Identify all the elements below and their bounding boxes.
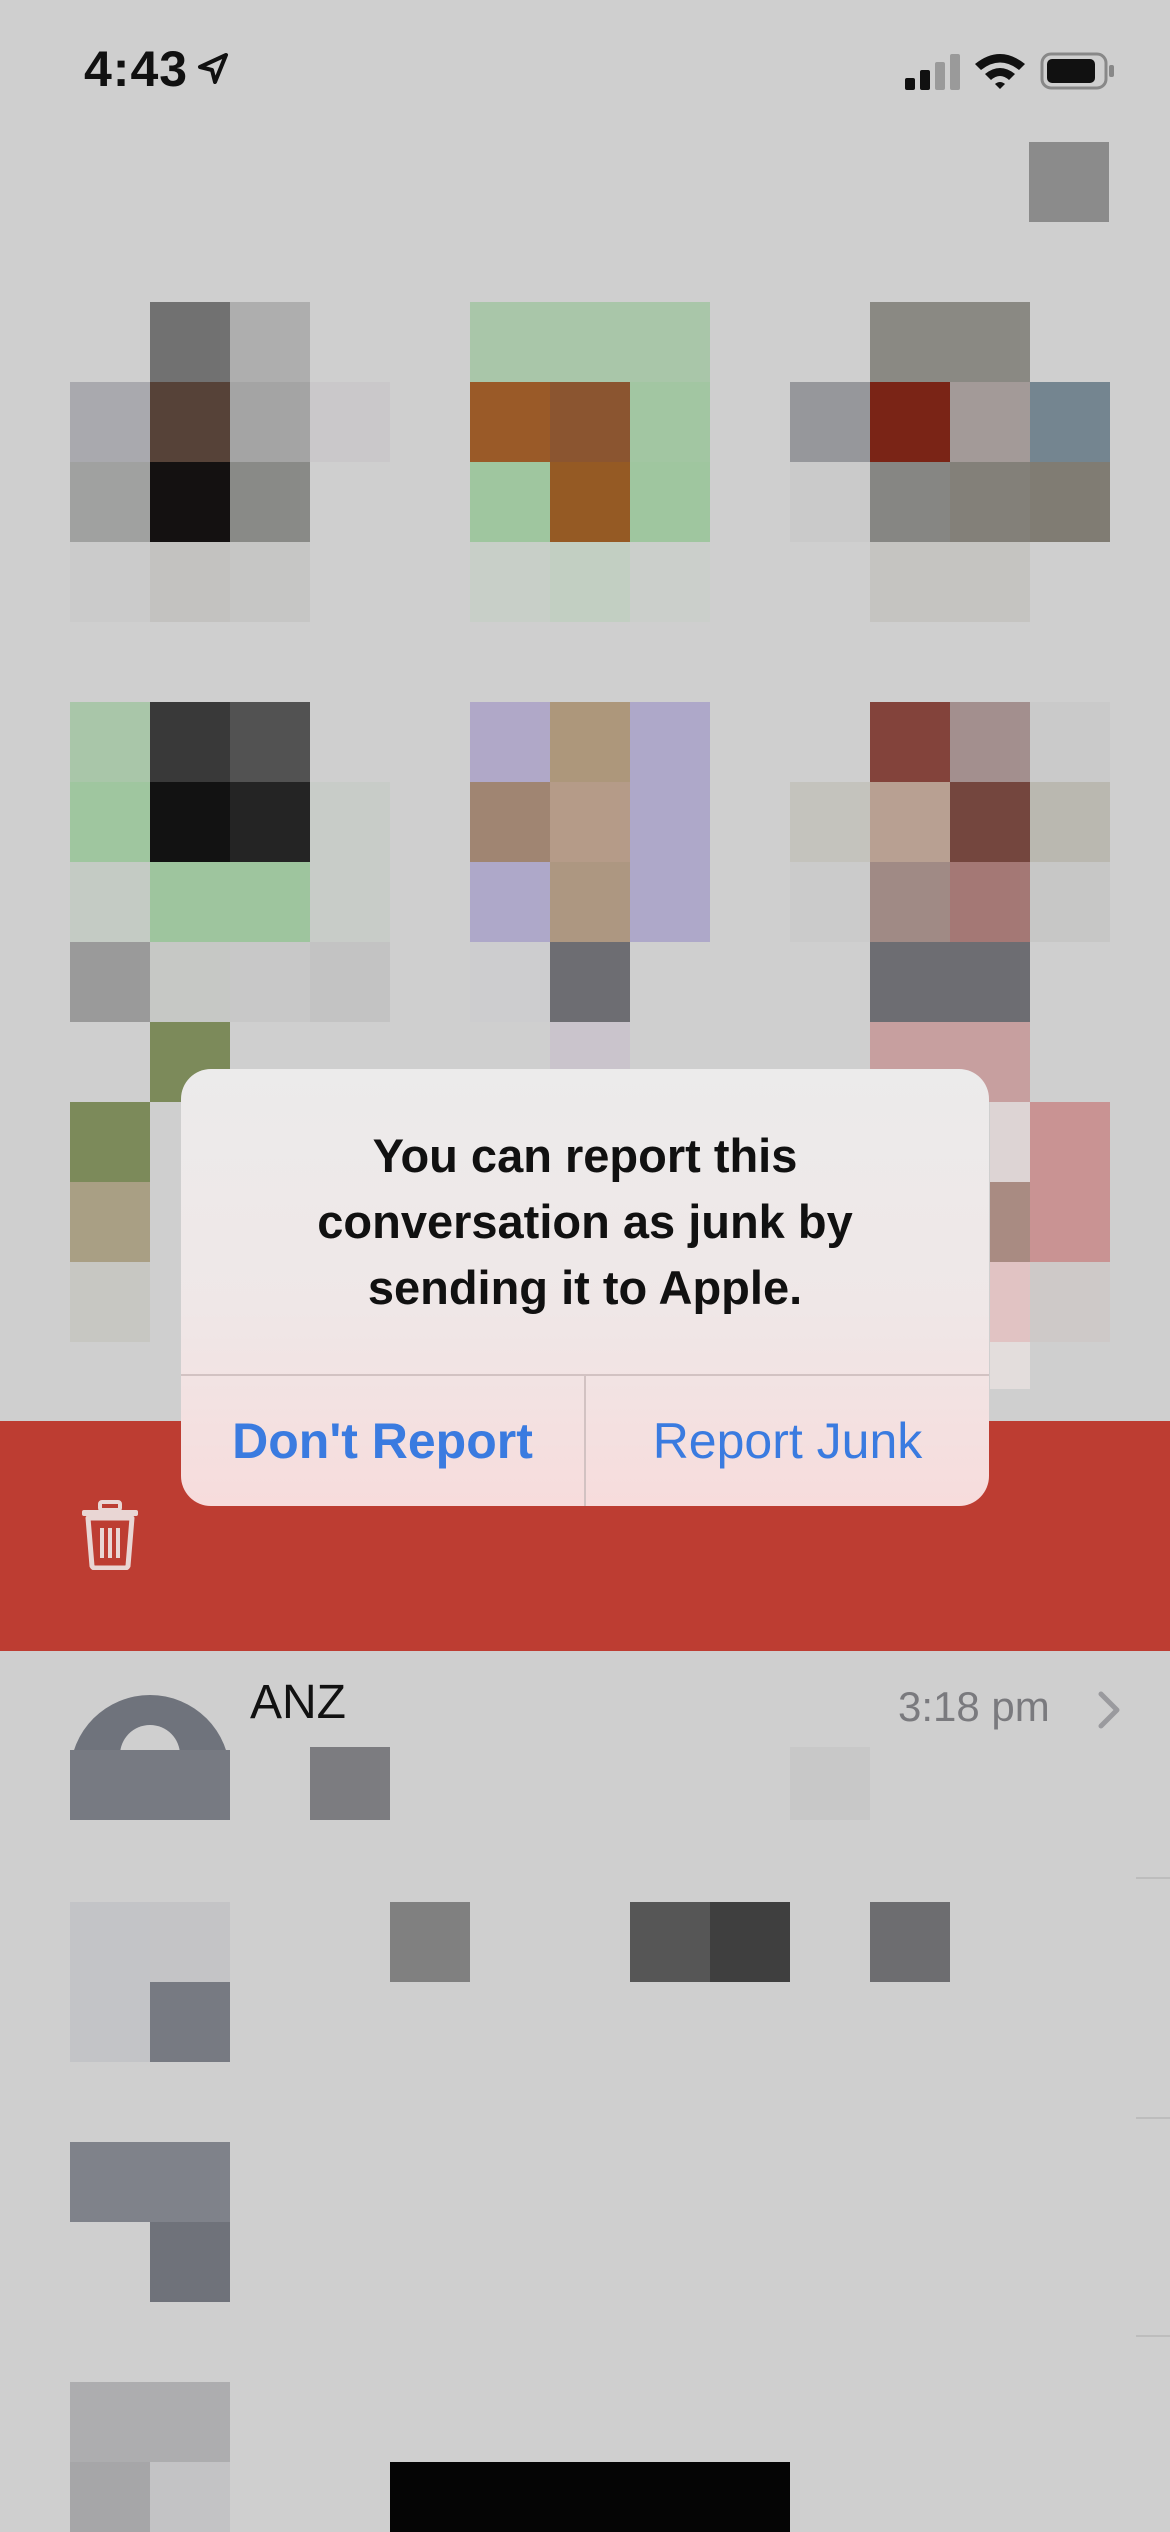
location-arrow-icon — [198, 53, 228, 84]
status-bar: 4:43 — [0, 0, 1170, 150]
alert-message: You can report this conversation as junk… — [317, 1129, 853, 1314]
avatar — [70, 1695, 230, 1820]
cellular-signal-icon — [905, 54, 960, 90]
redacted-block — [1029, 142, 1109, 222]
battery-icon — [1040, 52, 1114, 90]
chevron-right-icon — [1098, 1691, 1120, 1729]
conversation-sender: ANZ — [250, 1676, 346, 1729]
report-junk-button[interactable]: Report Junk — [586, 1376, 989, 1506]
report-junk-alert: You can report this conversation as junk… — [181, 1069, 989, 1506]
row-separator — [1136, 1877, 1170, 1879]
trash-icon[interactable] — [80, 1500, 140, 1570]
status-time: 4:43 — [84, 41, 189, 97]
conversation-time: 3:18 pm — [898, 1683, 1050, 1730]
dont-report-button[interactable]: Don't Report — [181, 1376, 584, 1506]
row-separator — [1136, 2117, 1170, 2119]
row-separator — [1136, 2335, 1170, 2337]
wifi-icon — [975, 54, 1025, 89]
